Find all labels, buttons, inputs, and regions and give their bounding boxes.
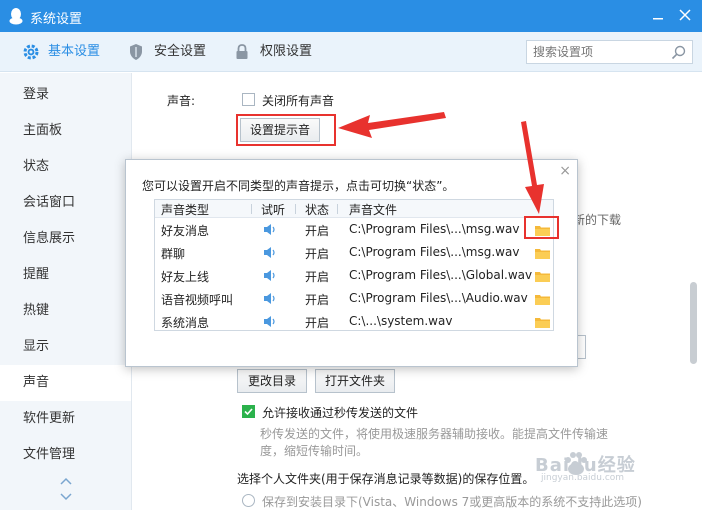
mute-all-label: 关闭所有声音 [262, 94, 335, 108]
speaker-icon[interactable] [263, 315, 277, 328]
status-cell[interactable]: 开启 [305, 245, 329, 262]
sound-settings-dialog: × 您可以设置开启不同类型的声音提示，点击可切换“状态”。 声音类型 试听 状态… [125, 159, 578, 367]
annotation-box-set-sound [236, 114, 336, 146]
status-cell[interactable]: 开启 [305, 222, 329, 239]
window-title: 系统设置 [30, 12, 83, 27]
speaker-icon[interactable] [263, 223, 277, 236]
column-separator [337, 204, 338, 214]
tab-permission-settings[interactable]: 权限设置 [234, 32, 324, 72]
sound-type-cell: 语音视频呼叫 [161, 293, 234, 307]
folder-icon[interactable] [535, 294, 550, 305]
table-row[interactable]: 好友消息 开启 C:\Program Files\...\msg.wav [155, 219, 553, 242]
sound-file-cell: C:\Program Files\...\Global.wav [349, 268, 533, 282]
folder-icon[interactable] [535, 271, 550, 282]
column-header-sound-type: 声音类型 [161, 203, 210, 217]
allow-receive-checkbox[interactable] [242, 405, 255, 418]
status-cell[interactable]: 开启 [305, 268, 329, 285]
penguin-logo-icon [9, 8, 23, 25]
status-cell[interactable]: 开启 [305, 291, 329, 308]
baidu-watermark: Baidu经验 jingyan.baidu.com [535, 447, 665, 487]
annotation-box-folder [524, 216, 559, 239]
chevron-up-icon[interactable] [60, 477, 72, 485]
sidebar-item-login[interactable]: 登录 [0, 77, 131, 113]
hidden-control-edge [578, 335, 586, 359]
tab-basic-settings[interactable]: 基本设置 [22, 32, 112, 72]
gear-icon [23, 44, 39, 60]
folder-icon[interactable] [535, 248, 550, 259]
speaker-icon[interactable] [263, 292, 277, 305]
column-separator [251, 204, 252, 214]
sidebar-item-file-management[interactable]: 文件管理 [0, 437, 131, 473]
sidebar-item-main-panel[interactable]: 主面板 [0, 113, 131, 149]
tab-label: 基本设置 [48, 44, 101, 59]
table-row[interactable]: 语音视频呼叫 开启 C:\Program Files\...\Audio.wav [155, 288, 553, 311]
allow-receive-desc-1: 秒传发送的文件，将使用极速服务器辅助接收。能提高文件传输速 [260, 427, 609, 441]
sound-table-header: 声音类型 试听 状态 声音文件 [155, 200, 553, 218]
sidebar-item-software-update[interactable]: 软件更新 [0, 401, 131, 437]
dialog-close-icon[interactable]: × [559, 163, 571, 179]
sound-type-cell: 系统消息 [161, 316, 210, 330]
title-bar: 系统设置 [0, 0, 702, 32]
sound-file-cell: C:\Program Files\...\msg.wav [349, 245, 520, 259]
sound-type-cell: 好友消息 [161, 224, 210, 238]
column-separator [295, 204, 296, 214]
minimize-icon[interactable] [648, 6, 668, 26]
open-folder-button[interactable]: 打开文件夹 [315, 369, 395, 393]
chevron-down-icon[interactable] [60, 493, 72, 501]
sound-table: 声音类型 试听 状态 声音文件 好友消息 开启 C:\Program Files… [154, 199, 554, 331]
mute-all-checkbox[interactable] [242, 93, 255, 106]
table-row[interactable]: 好友上线 开启 C:\Program Files\...\Global.wav [155, 265, 553, 288]
shield-icon [130, 44, 142, 60]
folder-icon[interactable] [535, 317, 550, 328]
checkmark-icon [244, 408, 253, 416]
lock-icon [236, 44, 248, 59]
close-icon[interactable] [675, 6, 695, 26]
sidebar-item-chat-window[interactable]: 会话窗口 [0, 185, 131, 221]
tab-security-settings[interactable]: 安全设置 [128, 32, 218, 72]
column-header-status: 状态 [305, 203, 330, 217]
sidebar-item-sound[interactable]: 声音 [0, 365, 131, 401]
table-row[interactable]: 群聊 开启 C:\Program Files\...\msg.wav [155, 242, 553, 265]
speaker-icon[interactable] [263, 269, 277, 282]
sound-type-cell: 好友上线 [161, 270, 210, 284]
allow-receive-desc-2: 度，缩短传输时间。 [260, 444, 369, 458]
allow-receive-label: 允许接收通过秒传发送的文件 [262, 406, 419, 420]
sidebar-item-status[interactable]: 状态 [0, 149, 131, 185]
table-row[interactable]: 系统消息 开启 C:\...\system.wav [155, 311, 553, 334]
tab-label: 权限设置 [260, 44, 313, 59]
tab-label: 安全设置 [154, 44, 207, 59]
sidebar-item-reminder[interactable]: 提醒 [0, 257, 131, 293]
save-install-dir-label: 保存到安装目录下(Vista、Windows 7或更高版本的系统不支持此选项) [262, 495, 642, 509]
column-header-sound-file: 声音文件 [349, 203, 398, 217]
search-icon[interactable] [671, 45, 686, 60]
change-directory-button[interactable]: 更改目录 [237, 369, 307, 393]
settings-sidebar: 登录 主面板 状态 会话窗口 信息展示 提醒 热键 显示 声音 软件更新 文件管… [0, 73, 132, 510]
status-cell[interactable]: 开启 [305, 314, 329, 331]
vertical-scrollbar[interactable] [690, 282, 697, 364]
sound-file-cell: C:\...\system.wav [349, 314, 453, 328]
speaker-icon[interactable] [263, 246, 277, 259]
watermark-sub: jingyan.baidu.com [541, 473, 625, 483]
personal-folder-label: 选择个人文件夹(用于保存消息记录等数据)的保存位置。 [237, 472, 535, 486]
sound-section-label: 声音: [167, 94, 196, 108]
sound-file-cell: C:\Program Files\...\Audio.wav [349, 291, 528, 305]
sidebar-item-display[interactable]: 显示 [0, 329, 131, 365]
column-header-preview: 试听 [261, 203, 286, 217]
sound-file-cell: C:\Program Files\...\msg.wav [349, 222, 520, 236]
sound-type-cell: 群聊 [161, 247, 186, 261]
search-input[interactable] [533, 44, 663, 60]
dialog-hint: 您可以设置开启不同类型的声音提示，点击可切换“状态”。 [142, 179, 455, 193]
sidebar-item-info-display[interactable]: 信息展示 [0, 221, 131, 257]
download-partial-text: 新的下载 [573, 213, 622, 227]
settings-search-box[interactable] [526, 40, 693, 64]
sidebar-item-hotkey[interactable]: 热键 [0, 293, 131, 329]
save-install-dir-radio[interactable] [242, 494, 255, 507]
